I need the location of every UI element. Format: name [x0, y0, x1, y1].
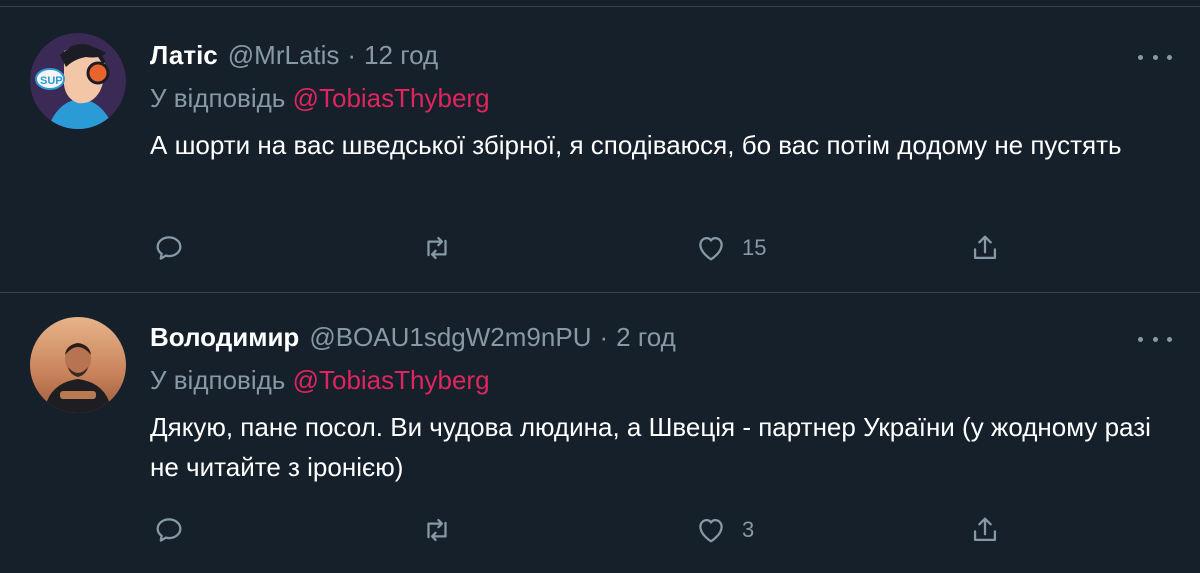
separator: ·	[599, 321, 609, 352]
like-icon	[699, 518, 723, 543]
retweet-button[interactable]	[420, 510, 454, 550]
like-icon	[699, 236, 723, 261]
tweet-actions: 15	[150, 228, 1150, 268]
tweet[interactable]: SUP Латіс @MrLatis · 12 год У відповідь …	[0, 7, 1200, 292]
top-divider	[0, 0, 1200, 7]
handle[interactable]: @BOAU1sdgW2m9nPU	[309, 322, 591, 353]
share-button[interactable]	[968, 228, 1002, 268]
avatar[interactable]	[30, 317, 126, 413]
tweet-actions: 3	[150, 510, 1150, 550]
display-name[interactable]: Володимир	[150, 322, 299, 353]
retweet-icon	[427, 236, 447, 260]
mention-link[interactable]: @TobiasThyberg	[293, 83, 490, 113]
tweet-text: А шорти на вас шведської збірної, я спод…	[150, 130, 1122, 160]
reply-context: У відповідь @TobiasThyberg	[150, 83, 490, 114]
share-icon	[973, 235, 997, 260]
reply-button[interactable]	[152, 510, 186, 550]
more-icon[interactable]	[1138, 47, 1172, 67]
more-icon[interactable]	[1138, 329, 1172, 349]
reply-button[interactable]	[152, 228, 186, 268]
reply-prefix: У відповідь	[150, 365, 286, 395]
tweet-header: Латіс @MrLatis · 12 год	[150, 37, 438, 73]
like-button[interactable]: 3	[694, 510, 754, 550]
like-button[interactable]: 15	[694, 228, 766, 268]
mention-link[interactable]: @TobiasThyberg	[293, 365, 490, 395]
share-button[interactable]	[968, 510, 1002, 550]
timestamp[interactable]: 12 год	[364, 40, 438, 71]
display-name[interactable]: Латіс	[150, 40, 218, 71]
reply-prefix: У відповідь	[150, 83, 286, 113]
timestamp[interactable]: 2 год	[616, 322, 676, 353]
handle[interactable]: @MrLatis	[228, 40, 340, 71]
separator: ·	[347, 39, 357, 70]
tweet-text: Дякую, пане посол. Ви чудова людина, а Ш…	[150, 412, 1151, 482]
like-count: 3	[742, 517, 755, 542]
tweet-header: Володимир @BOAU1sdgW2m9nPU · 2 год	[150, 319, 676, 355]
tweet[interactable]: Володимир @BOAU1sdgW2m9nPU · 2 год У від…	[0, 293, 1200, 573]
share-icon	[973, 517, 997, 542]
reply-icon	[156, 518, 182, 542]
retweet-button[interactable]	[420, 228, 454, 268]
reply-icon	[156, 236, 182, 260]
retweet-icon	[427, 518, 447, 542]
avatar-badge-text: SUP	[40, 75, 63, 87]
photo-man-avatar-icon	[30, 317, 126, 413]
like-count: 15	[742, 235, 767, 260]
reply-context: У відповідь @TobiasThyberg	[150, 365, 490, 396]
